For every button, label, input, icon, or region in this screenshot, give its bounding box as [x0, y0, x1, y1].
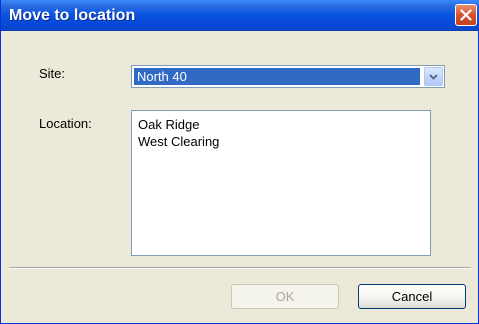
- location-label: Location:: [39, 116, 92, 131]
- close-button[interactable]: [455, 4, 477, 26]
- title-bar[interactable]: Move to location: [1, 0, 479, 31]
- cancel-button[interactable]: Cancel: [358, 284, 466, 309]
- dialog-title: Move to location: [9, 7, 136, 24]
- site-label: Site:: [39, 66, 66, 81]
- divider: [9, 267, 471, 269]
- move-to-location-dialog: Move to location Site: North 40 Location…: [0, 0, 479, 324]
- site-selected-value: North 40: [134, 68, 420, 85]
- list-item[interactable]: Oak Ridge: [138, 116, 430, 133]
- site-dropdown-button[interactable]: [424, 67, 443, 86]
- list-item[interactable]: West Clearing: [138, 133, 430, 150]
- location-list[interactable]: Oak Ridge West Clearing: [131, 110, 431, 256]
- ok-button[interactable]: OK: [231, 284, 339, 309]
- site-select[interactable]: North 40: [131, 65, 445, 88]
